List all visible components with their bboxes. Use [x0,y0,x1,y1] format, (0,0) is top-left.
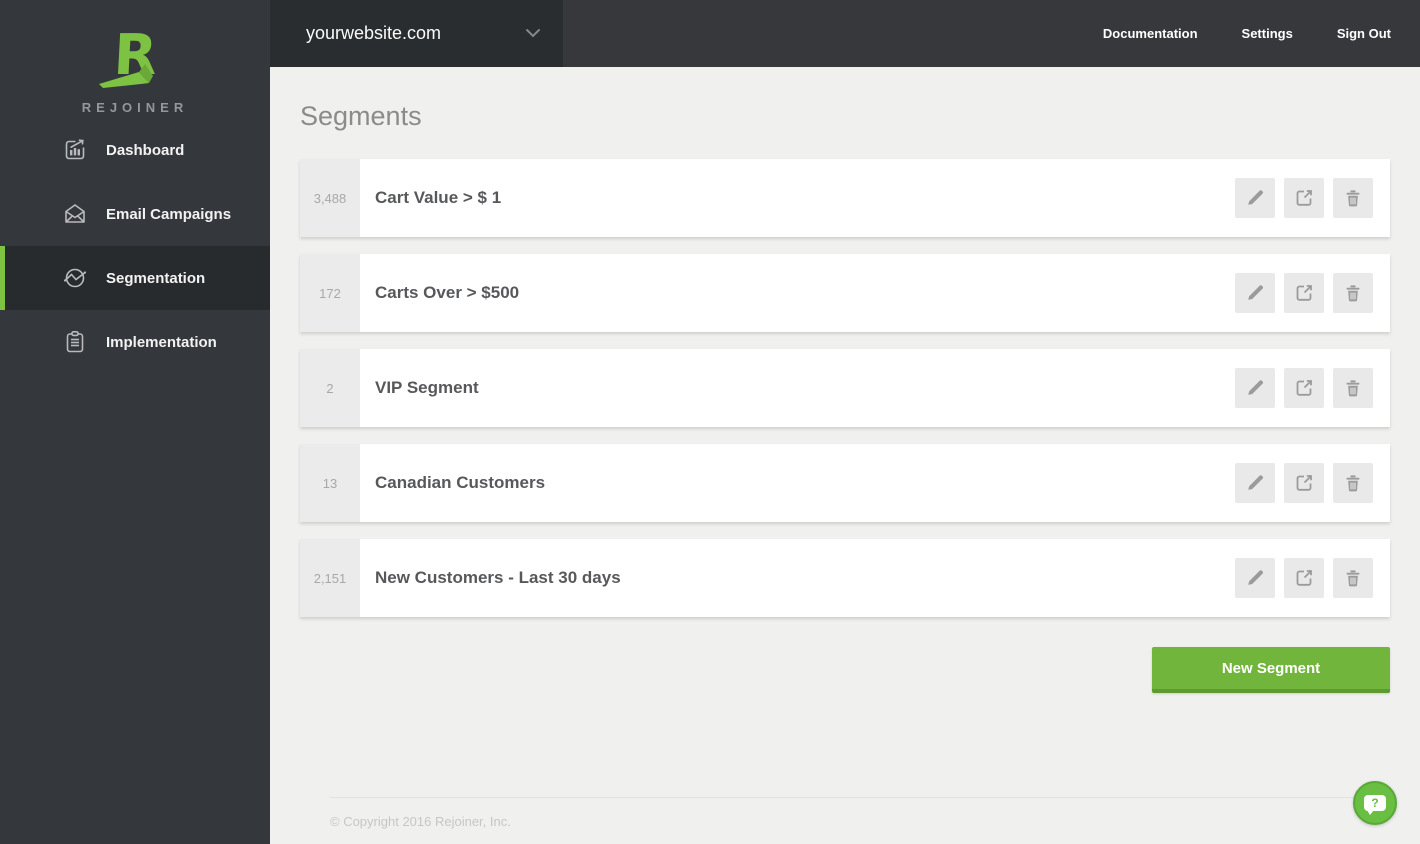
trash-icon [1343,378,1363,398]
segment-name: Canadian Customers [375,473,546,492]
site-selector-value: yourwebsite.com [306,23,442,43]
sidebar-item-implementation[interactable]: Implementation [0,310,270,374]
segment-row: 3,488 Cart Value > $ 1 [300,159,1390,237]
settings-link[interactable]: Settings [1242,26,1293,41]
site-selector-dropdown[interactable]: yourwebsite.com [270,0,563,67]
export-segment-button[interactable] [1284,463,1324,503]
export-icon [1294,283,1314,303]
segment-count: 13 [300,444,360,522]
segment-actions [1235,539,1390,617]
sidebar-item-dashboard[interactable]: Dashboard [0,118,270,182]
sidebar-item-label: Implementation [106,333,217,351]
export-icon [1294,188,1314,208]
page-title: Segments [300,101,422,131]
trash-icon [1343,568,1363,588]
sidebar-item-segmentation[interactable]: Segmentation [0,246,270,310]
footer: © Copyright 2016 Rejoiner, Inc. [330,797,1390,844]
segment-count: 3,488 [300,159,360,237]
segment-name: Cart Value > $ 1 [375,188,502,207]
export-segment-button[interactable] [1284,558,1324,598]
sidebar-item-label: Email Campaigns [106,205,232,223]
segmentation-wave-icon [62,265,88,291]
sidebar: R REJOINER Dashboard Email Campaigns Seg… [0,0,270,844]
chevron-down-icon [525,25,541,43]
segment-row: 2,151 New Customers - Last 30 days [300,539,1390,617]
button-row: New Segment [300,647,1390,693]
export-segment-button[interactable] [1284,178,1324,218]
segment-count: 2,151 [300,539,360,617]
help-chat-button[interactable]: ? [1353,781,1397,825]
help-bubble-icon: ? [1364,795,1386,815]
export-icon [1294,473,1314,493]
segment-actions [1235,349,1390,427]
topbar-links: Documentation Settings Sign Out [1103,26,1420,41]
export-segment-button[interactable] [1284,273,1324,313]
segment-count: 172 [300,254,360,332]
segment-name: Carts Over > $500 [375,283,520,302]
delete-segment-button[interactable] [1333,463,1373,503]
clipboard-icon [62,329,88,355]
delete-segment-button[interactable] [1333,558,1373,598]
segment-row: 2 VIP Segment [300,349,1390,427]
new-segment-button[interactable]: New Segment [1152,647,1390,693]
pencil-icon [1245,568,1265,588]
segment-count: 2 [300,349,360,427]
pencil-icon [1245,378,1265,398]
pencil-icon [1245,188,1265,208]
rejoiner-logo-icon: R [99,26,159,88]
copyright-text: © Copyright 2016 Rejoiner, Inc. [330,814,511,829]
pencil-icon [1245,473,1265,493]
edit-segment-button[interactable] [1235,463,1275,503]
trash-icon [1343,473,1363,493]
brand-name: REJOINER [81,100,189,115]
edit-segment-button[interactable] [1235,178,1275,218]
trash-icon [1343,283,1363,303]
export-segment-button[interactable] [1284,368,1324,408]
segment-actions [1235,254,1390,332]
dashboard-chart-icon [62,137,88,163]
question-mark-icon: ? [1371,796,1379,810]
delete-segment-button[interactable] [1333,178,1373,218]
segment-list: 3,488 Cart Value > $ 1 172 Carts Over > … [300,159,1390,617]
delete-segment-button[interactable] [1333,368,1373,408]
brand-logo: R REJOINER [0,0,270,118]
sidebar-nav: Dashboard Email Campaigns Segmentation I… [0,118,270,374]
documentation-link[interactable]: Documentation [1103,26,1198,41]
segment-name: New Customers - Last 30 days [375,568,621,587]
main-content: Segments 3,488 Cart Value > $ 1 172 Cart… [270,67,1420,844]
edit-segment-button[interactable] [1235,368,1275,408]
sidebar-item-label: Dashboard [106,141,185,159]
delete-segment-button[interactable] [1333,273,1373,313]
export-icon [1294,568,1314,588]
sidebar-item-label: Segmentation [106,269,206,287]
segment-row: 13 Canadian Customers [300,444,1390,522]
edit-segment-button[interactable] [1235,558,1275,598]
segment-name: VIP Segment [375,378,479,397]
sidebar-item-email-campaigns[interactable]: Email Campaigns [0,182,270,246]
envelope-icon [62,201,88,227]
trash-icon [1343,188,1363,208]
export-icon [1294,378,1314,398]
segment-actions [1235,444,1390,522]
segment-actions [1235,159,1390,237]
topbar: yourwebsite.com Documentation Settings S… [270,0,1420,67]
pencil-icon [1245,283,1265,303]
sign-out-link[interactable]: Sign Out [1337,26,1391,41]
edit-segment-button[interactable] [1235,273,1275,313]
segment-row: 172 Carts Over > $500 [300,254,1390,332]
